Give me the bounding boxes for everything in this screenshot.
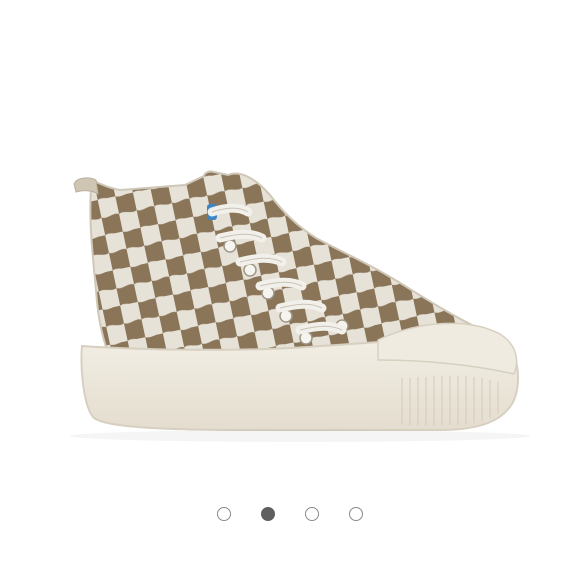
- carousel-dot-1[interactable]: [217, 507, 231, 521]
- product-image-viewer: [0, 0, 580, 580]
- carousel-dot-4[interactable]: [349, 507, 363, 521]
- carousel-dot-3[interactable]: [305, 507, 319, 521]
- sneaker-image[interactable]: [0, 0, 580, 490]
- carousel-dot-2[interactable]: [261, 507, 275, 521]
- carousel-pagination: [0, 500, 580, 528]
